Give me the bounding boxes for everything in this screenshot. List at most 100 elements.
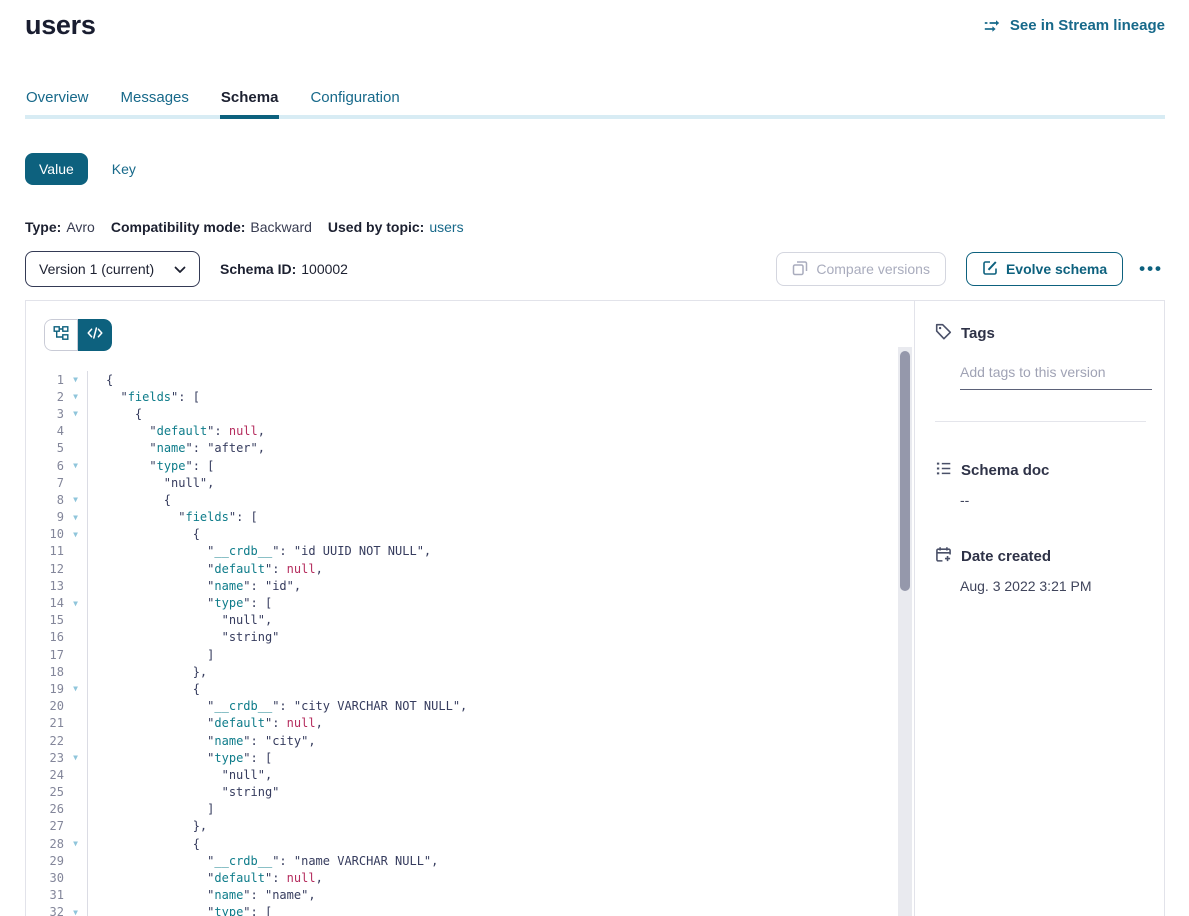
line-number: 13 <box>26 579 64 593</box>
schema-doc-value: -- <box>960 492 1146 508</box>
date-created-value: Aug. 3 2022 3:21 PM <box>960 578 1146 594</box>
code-line: 12 "default": null, <box>26 560 914 577</box>
code-line: 17 ] <box>26 646 914 663</box>
code-text: "string" <box>87 785 279 799</box>
code-line: 1▼{ <box>26 371 914 388</box>
code-line: 3▼ { <box>26 405 914 422</box>
fold-arrow-icon[interactable]: ▼ <box>64 392 87 401</box>
code-text: "default": null, <box>87 424 265 438</box>
schema-meta-row: Type: Avro Compatibility mode: Backward … <box>25 219 1165 235</box>
tab-overview[interactable]: Overview <box>25 85 90 115</box>
code-editor-lines: 1▼{2▼ "fields": [3▼ {4 "default": null,5… <box>26 371 914 916</box>
tab-bar: Overview Messages Schema Configuration <box>25 85 1165 119</box>
view-mode-segmented-control <box>44 319 112 351</box>
code-line: 24 "null", <box>26 766 914 783</box>
line-number: 6 <box>26 459 64 473</box>
code-text: ] <box>87 802 214 816</box>
code-line: 27 }, <box>26 818 914 835</box>
code-text: { <box>87 493 171 507</box>
add-tags-input[interactable] <box>960 364 1152 390</box>
tab-schema[interactable]: Schema <box>220 85 280 119</box>
code-text: { <box>87 837 200 851</box>
editor-view-toolbar <box>26 301 914 353</box>
tree-view-icon <box>53 325 69 346</box>
editor-scrollbar-thumb[interactable] <box>900 351 910 591</box>
code-text: }, <box>87 819 207 833</box>
calendar-plus-icon <box>935 546 952 567</box>
line-number: 3 <box>26 407 64 421</box>
evolve-schema-button[interactable]: Evolve schema <box>966 252 1123 286</box>
line-number: 26 <box>26 802 64 816</box>
fold-arrow-icon[interactable]: ▼ <box>64 375 87 384</box>
used-by-topic-label: Used by topic: <box>328 219 424 235</box>
sidebar-divider <box>935 421 1146 422</box>
schema-detail-panel: 1▼{2▼ "fields": [3▼ {4 "default": null,5… <box>25 300 1165 916</box>
code-text: "type": [ <box>87 459 214 473</box>
fold-arrow-icon[interactable]: ▼ <box>64 409 87 418</box>
code-line: 30 "default": null, <box>26 869 914 886</box>
code-view-button[interactable] <box>78 319 112 351</box>
type-label: Type: <box>25 219 61 235</box>
tree-view-button[interactable] <box>44 319 78 351</box>
tab-messages[interactable]: Messages <box>120 85 190 115</box>
compare-versions-label: Compare versions <box>816 261 930 277</box>
line-number: 7 <box>26 476 64 490</box>
version-sidebar: Tags Schema doc -- <box>914 301 1164 916</box>
fold-arrow-icon[interactable]: ▼ <box>64 495 87 504</box>
code-line: 18 }, <box>26 663 914 680</box>
fold-arrow-icon[interactable]: ▼ <box>64 461 87 470</box>
schema-doc-title: Schema doc <box>961 462 1049 479</box>
code-line: 32▼ "type": [ <box>26 904 914 916</box>
line-number: 15 <box>26 613 64 627</box>
tags-title: Tags <box>961 325 995 342</box>
line-number: 16 <box>26 630 64 644</box>
code-line: 11 "__crdb__": "id UUID NOT NULL", <box>26 543 914 560</box>
code-text: "fields": [ <box>87 510 258 524</box>
fold-arrow-icon[interactable]: ▼ <box>64 753 87 762</box>
version-toolbar: Version 1 (current) Schema ID: 100002 Co… <box>25 251 1165 287</box>
schema-id-value: 100002 <box>301 261 348 277</box>
code-text: "__crdb__": "city VARCHAR NOT NULL", <box>87 699 467 713</box>
code-text: "fields": [ <box>87 390 200 404</box>
tab-configuration[interactable]: Configuration <box>309 85 400 115</box>
fold-arrow-icon[interactable]: ▼ <box>64 908 87 916</box>
fold-arrow-icon[interactable]: ▼ <box>64 684 87 693</box>
code-line: 26 ] <box>26 801 914 818</box>
code-line: 29 "__crdb__": "name VARCHAR NULL", <box>26 852 914 869</box>
topic-link[interactable]: users <box>429 219 463 235</box>
line-number: 14 <box>26 596 64 610</box>
line-number: 19 <box>26 682 64 696</box>
code-line: 19▼ { <box>26 680 914 697</box>
code-line: 28▼ { <box>26 835 914 852</box>
more-actions-button[interactable]: ••• <box>1137 258 1165 280</box>
lineage-link-label: See in Stream lineage <box>1010 17 1165 34</box>
code-text: { <box>87 527 200 541</box>
fold-arrow-icon[interactable]: ▼ <box>64 513 87 522</box>
tags-section-header: Tags <box>935 323 1146 344</box>
fold-arrow-icon[interactable]: ▼ <box>64 839 87 848</box>
code-line: 14▼ "type": [ <box>26 594 914 611</box>
key-toggle-button[interactable]: Key <box>98 153 150 185</box>
version-select-value: Version 1 (current) <box>39 261 154 277</box>
fold-arrow-icon[interactable]: ▼ <box>64 599 87 608</box>
code-line: 7 "null", <box>26 474 914 491</box>
compatibility-label: Compatibility mode: <box>111 219 246 235</box>
line-number: 28 <box>26 837 64 851</box>
code-editor[interactable]: 1▼{2▼ "fields": [3▼ {4 "default": null,5… <box>26 371 914 916</box>
code-text: }, <box>87 665 207 679</box>
compare-versions-button[interactable]: Compare versions <box>776 252 946 286</box>
value-toggle-button[interactable]: Value <box>25 153 88 185</box>
date-created-section: Date created Aug. 3 2022 3:21 PM <box>935 546 1146 594</box>
version-select[interactable]: Version 1 (current) <box>25 251 200 287</box>
fold-arrow-icon[interactable]: ▼ <box>64 530 87 539</box>
type-value: Avro <box>66 219 95 235</box>
page-header: users See in Stream lineage <box>25 10 1165 41</box>
editor-scrollbar[interactable] <box>898 347 912 916</box>
line-number: 5 <box>26 441 64 455</box>
code-text: "null", <box>87 613 272 627</box>
code-text: { <box>87 682 200 696</box>
code-line: 4 "default": null, <box>26 423 914 440</box>
line-number: 20 <box>26 699 64 713</box>
see-in-stream-lineage-link[interactable]: See in Stream lineage <box>984 17 1165 34</box>
doc-list-icon <box>935 460 952 481</box>
